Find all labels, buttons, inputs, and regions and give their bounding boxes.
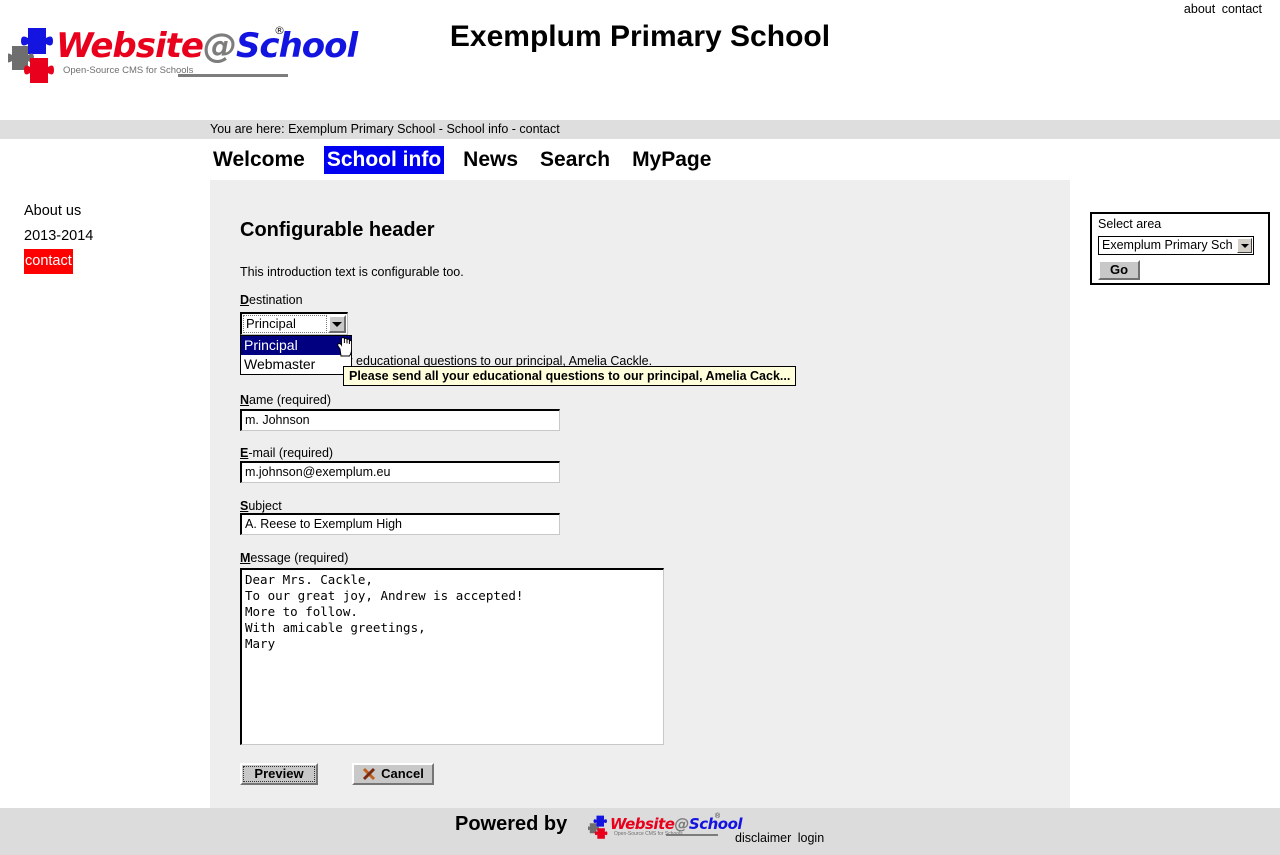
sidebar-menu: About us 2013-2014 contact [24,199,194,274]
chevron-down-icon[interactable] [328,315,346,333]
select-area-box: Select area Exemplum Primary Sch Go [1090,212,1270,285]
destination-label: Destination [240,293,303,307]
logo-tagline: Open-Source CMS for Schools [63,65,194,76]
puzzle-pieces-icon [8,28,54,83]
logo-underline [178,74,288,77]
breadcrumb-bar [0,120,1280,139]
name-label-rest: ame (required) [249,393,332,407]
area-select-dropdown[interactable]: Exemplum Primary Sch [1098,236,1254,255]
chevron-down-icon[interactable] [1237,238,1252,253]
destination-select[interactable]: Principal [240,312,348,335]
nav-item-search[interactable]: Search [537,146,613,174]
footer-logo[interactable]: Website@School ® Open-Source CMS for Sch… [588,812,743,842]
destination-selected-value: Principal [246,316,296,331]
top-utility-links: about contact [0,0,1280,18]
name-input[interactable]: m. Johnson [240,409,560,431]
area-select-value: Exemplum Primary Sch [1102,238,1233,252]
go-button[interactable]: Go [1098,260,1140,280]
nav-item-welcome[interactable]: Welcome [210,146,308,174]
nav-item-news[interactable]: News [460,146,521,174]
logo-wordmark: Website@School [56,26,358,66]
footer-link-disclaimer[interactable]: disclaimer [735,831,791,845]
footer-logo-tagline: Open-Source CMS for Schools [614,831,683,837]
cancel-button-label: Cancel [381,766,424,781]
destination-accesskey: D [240,293,250,307]
message-label: Message (required) [240,551,348,565]
logo-word-at: @ [202,26,237,66]
name-label: Name (required) [240,393,331,407]
top-link-about[interactable]: about [1184,2,1215,16]
destination-option-webmaster[interactable]: Webmaster [241,355,351,374]
registered-trademark-icon: ® [715,813,721,820]
registered-trademark-icon: ® [274,24,285,37]
content-intro-text: This introduction text is configurable t… [240,265,464,279]
puzzle-pieces-icon [588,815,608,839]
site-logo[interactable]: Website@School ® Open-Source CMS for Sch… [8,22,358,94]
email-label: E-mail (required) [240,446,333,460]
footer-powered-by-text: Powered by [455,813,568,835]
sidebar-item-2013-2014[interactable]: 2013-2014 [24,224,194,249]
select-area-label: Select area [1098,217,1162,231]
page-title: Exemplum Primary School [449,20,831,53]
message-accesskey: M [240,551,251,565]
email-input[interactable]: m.johnson@exemplum.eu [240,461,560,483]
breadcrumb: You are here: Exemplum Primary School - … [210,122,560,136]
footer-link-login[interactable]: login [798,831,824,845]
subject-input[interactable]: A. Reese to Exemplum High [240,513,560,535]
preview-button[interactable]: Preview [240,763,318,785]
footer-links: disclaimer login [735,831,827,845]
email-label-rest: -mail (required) [248,446,334,460]
preview-focus-ring [243,766,315,782]
destination-tooltip: Please send all your educational questio… [343,366,797,386]
cancel-button[interactable]: Cancel [352,763,434,785]
top-link-contact[interactable]: contact [1222,2,1262,16]
content-heading: Configurable header [240,219,435,241]
nav-item-school-info[interactable]: School info [323,146,445,174]
destination-option-principal[interactable]: Principal [241,336,351,355]
logo-word-website: Website [56,26,204,66]
sidebar-item-contact[interactable]: contact [24,249,73,274]
message-textarea[interactable]: Dear Mrs. Cackle, To our great joy, Andr… [240,568,664,745]
message-label-rest: essage (required) [250,551,349,565]
sidebar-item-about-us[interactable]: About us [24,199,194,224]
main-navigation: Welcome School info News Search MyPage [210,146,730,176]
cancel-x-icon [363,767,376,781]
name-accesskey: N [240,393,250,407]
destination-label-rest: estination [249,293,303,307]
subject-label: Subject [240,499,282,513]
subject-label-rest: ubject [248,499,282,513]
nav-item-mypage[interactable]: MyPage [629,146,714,174]
destination-option-list[interactable]: Principal Webmaster [240,335,352,375]
